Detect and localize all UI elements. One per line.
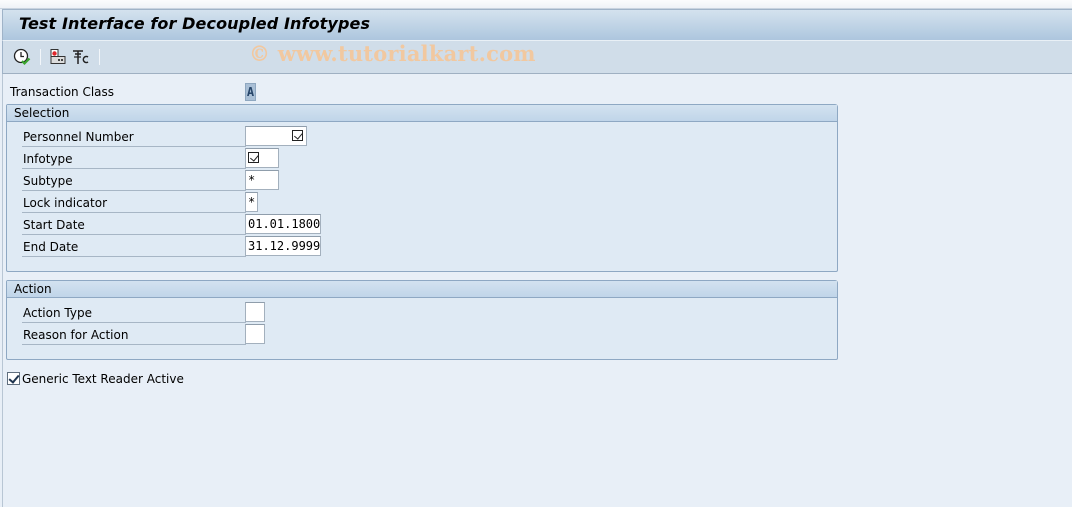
action-type-row: Action Type bbox=[22, 301, 246, 323]
selection-group-title: Selection bbox=[7, 105, 837, 122]
title-bar: Test Interface for Decoupled Infotypes bbox=[2, 9, 1072, 40]
selection-group: Selection Personnel Number Infotype Subt… bbox=[6, 104, 838, 272]
execute-button[interactable] bbox=[12, 47, 32, 67]
start-date-row: Start Date bbox=[22, 213, 246, 235]
clock-check-icon bbox=[13, 48, 31, 66]
start-date-input[interactable]: 01.01.1800 bbox=[245, 214, 321, 234]
personnel-number-label: Personnel Number bbox=[23, 130, 134, 144]
page-title: Test Interface for Decoupled Infotypes bbox=[19, 14, 371, 33]
generic-text-reader-label: Generic Text Reader Active bbox=[22, 372, 184, 386]
reason-for-action-row: Reason for Action bbox=[22, 323, 246, 345]
end-date-label: End Date bbox=[23, 240, 79, 254]
generic-text-reader-checkbox[interactable] bbox=[7, 372, 20, 385]
start-date-label: Start Date bbox=[23, 218, 85, 232]
tools-icon bbox=[73, 50, 89, 64]
toolbar-separator bbox=[40, 49, 41, 65]
watermark-text: © www.tutorialkart.com bbox=[249, 41, 536, 66]
get-variant-button[interactable] bbox=[48, 47, 68, 67]
variant-icon bbox=[50, 49, 66, 64]
infotype-input[interactable] bbox=[245, 148, 279, 168]
end-date-input[interactable]: 31.12.9999 bbox=[245, 236, 321, 256]
subtype-input[interactable]: * bbox=[245, 170, 279, 190]
action-group: Action Action Type Reason for Action bbox=[6, 280, 838, 360]
action-type-input[interactable] bbox=[245, 302, 265, 322]
required-entry-icon bbox=[292, 130, 303, 141]
personnel-number-input[interactable] bbox=[245, 126, 307, 146]
personnel-number-row: Personnel Number bbox=[22, 125, 246, 147]
lock-indicator-input[interactable]: * bbox=[245, 192, 258, 212]
subtype-row: Subtype bbox=[22, 169, 246, 191]
subtype-label: Subtype bbox=[23, 174, 73, 188]
action-type-label: Action Type bbox=[23, 306, 92, 320]
reason-for-action-label: Reason for Action bbox=[23, 328, 129, 342]
transaction-class-label: Transaction Class bbox=[10, 85, 115, 99]
transaction-class-field: A bbox=[245, 83, 256, 101]
lock-indicator-label: Lock indicator bbox=[23, 196, 107, 210]
window-top-strip bbox=[0, 0, 1072, 9]
action-group-title: Action bbox=[7, 281, 837, 298]
required-entry-icon bbox=[248, 152, 259, 163]
infotype-label: Infotype bbox=[23, 152, 73, 166]
application-toolbar: © www.tutorialkart.com bbox=[2, 40, 1072, 74]
toolbar-separator bbox=[99, 49, 100, 65]
infotype-row: Infotype bbox=[22, 147, 246, 169]
end-date-row: End Date bbox=[22, 235, 246, 257]
lock-indicator-row: Lock indicator bbox=[22, 191, 246, 213]
settings-button[interactable] bbox=[71, 47, 91, 67]
screen-content: Transaction Class A Selection Personnel … bbox=[2, 74, 1072, 507]
reason-for-action-input[interactable] bbox=[245, 324, 265, 344]
